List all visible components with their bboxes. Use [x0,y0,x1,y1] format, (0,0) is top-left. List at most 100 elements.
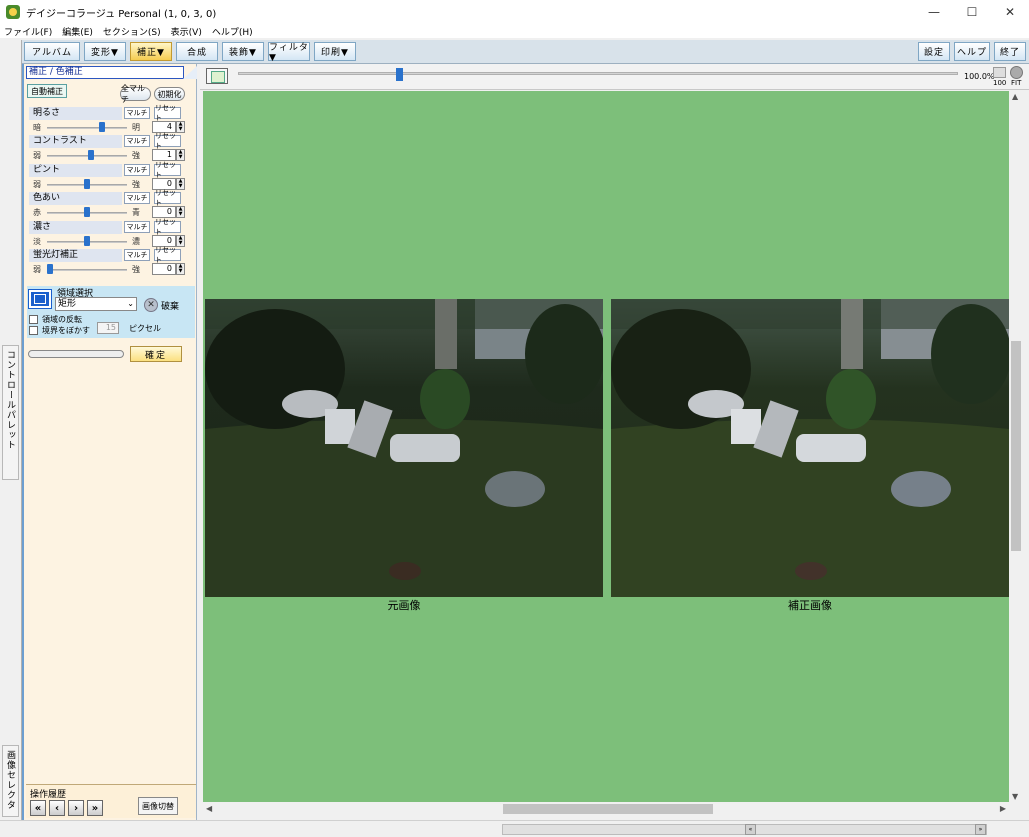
maximize-button[interactable]: ☐ [953,0,991,24]
adjustment-label: コントラスト [29,135,122,148]
adjustment-label: 明るさ [29,107,122,120]
menu-help[interactable]: ヘルプ(H) [212,25,253,38]
menu-file[interactable]: ファイル(F) [4,25,52,38]
multi-button[interactable]: マルチ [124,135,150,147]
fit-label: FIT [1011,79,1022,87]
history-first-button[interactable]: « [30,800,46,816]
multi-button[interactable]: マルチ [124,249,150,261]
reset-button[interactable]: リセット [154,132,181,150]
slider-thumb[interactable] [84,207,90,217]
adjustment-slider[interactable] [47,155,127,157]
invert-region-checkbox[interactable]: 領域の反転 [29,314,82,325]
tab-image-selector[interactable]: 画像セレクタ [2,745,19,817]
zoom-100-button[interactable] [993,67,1006,78]
adjustment-slider[interactable] [47,269,127,271]
scroll-right-icon[interactable]: ▶ [1000,804,1006,813]
composite-button[interactable]: 合成 [176,42,218,61]
adjustment-value-field[interactable]: 0 [152,263,176,275]
horizontal-scroll-thumb[interactable] [503,804,713,814]
multi-button[interactable]: マルチ [124,192,150,204]
fit-button[interactable] [1010,66,1023,79]
adjustment-label: ピント [29,164,122,177]
scroll-down-icon[interactable]: ▼ [1012,792,1018,801]
slider-thumb[interactable] [47,264,53,274]
zoom-100-label: 100 [993,79,1007,87]
decorate-button[interactable]: 装飾▼ [222,42,264,61]
operation-history: 操作履歴 « ‹ › » 画像切替 [26,784,196,818]
reset-button[interactable]: リセット [154,161,181,179]
slider-max-label: 濃 [132,237,140,246]
close-button[interactable]: ✕ [991,0,1029,24]
album-button[interactable]: アルバム [24,42,80,61]
adjustment-label: 蛍光灯補正 [29,249,122,262]
switch-image-button[interactable]: 画像切替 [138,797,178,815]
auto-correct-button[interactable]: 自動補正 [27,84,67,98]
history-prev-button[interactable]: ‹ [49,800,65,816]
print-button[interactable]: 印刷▼ [314,42,356,61]
slider-thumb[interactable] [84,179,90,189]
history-last-button[interactable]: » [87,800,103,816]
help-button[interactable]: ヘルプ [954,42,990,61]
image-canvas[interactable]: 元画像 補正画像 [203,91,1009,802]
vertical-scrollbar[interactable]: ▲ ▼ [1009,91,1023,802]
menu-section[interactable]: セクション(S) [103,25,161,38]
slider-thumb[interactable] [88,150,94,160]
correct-button[interactable]: 補正▼ [130,42,172,61]
reset-button[interactable]: リセット [154,189,181,207]
menu-edit[interactable]: 編集(E) [62,25,93,38]
corrected-image[interactable] [611,299,1009,597]
discard-button[interactable]: ✕ 破棄 [144,298,179,312]
slider-min-label: 赤 [33,208,41,217]
zoom-slider-thumb[interactable] [396,68,403,81]
all-multi-button[interactable]: 全マルチ [120,84,151,104]
adjustment-row: コントラスト マルチ リセット弱強 1 ▲ ▼ [27,132,185,163]
slider-min-label: 淡 [33,237,41,246]
progress-bar [28,350,124,358]
history-next-button[interactable]: › [68,800,84,816]
multi-button[interactable]: マルチ [124,221,150,233]
blur-edge-checkbox[interactable]: 境界をぼかす [29,325,90,336]
slider-min-label: 弱 [33,151,41,160]
selector-first-icon[interactable]: « [745,824,756,835]
rectangle-select-icon[interactable] [28,289,52,309]
zoom-slider[interactable] [238,72,958,75]
adjustment-slider[interactable] [47,127,127,129]
scroll-left-icon[interactable]: ◀ [206,804,212,813]
chevron-down-icon: ⌄ [127,299,134,308]
tab-control-palette[interactable]: コントロールパレット [2,345,19,480]
reset-button[interactable]: リセット [154,104,181,122]
corrected-caption: 補正画像 [788,599,832,612]
original-image[interactable] [205,299,603,597]
region-shape-select[interactable]: 矩形 ⌄ [55,297,137,311]
slider-thumb[interactable] [99,122,105,132]
initialize-button[interactable]: 初期化 [154,87,185,101]
reset-button[interactable]: リセット [154,246,181,264]
panel-header: 補正 / 色補正 [26,66,197,79]
checkbox-box [29,326,38,335]
menu-view[interactable]: 表示(V) [171,25,202,38]
exit-button[interactable]: 終了 [994,42,1026,61]
reset-button[interactable]: リセット [154,218,181,236]
transform-button[interactable]: 変形▼ [84,42,126,61]
slider-min-label: 弱 [33,180,41,189]
confirm-button[interactable]: 確定 [130,346,182,362]
blur-pixel-field[interactable]: 15 [97,322,119,334]
vertical-scroll-thumb[interactable] [1011,341,1021,551]
slider-thumb[interactable] [84,236,90,246]
spin-arrows-icon[interactable]: ▲ ▼ [176,263,185,275]
slider-max-label: 強 [132,151,140,160]
settings-button[interactable]: 設定 [918,42,950,61]
adjustment-row: 蛍光灯補正 マルチ リセット弱 強 0 ▲ ▼ [27,246,185,277]
filter-button[interactable]: フィルタ▼ [268,42,310,63]
zoom-bar: 100.0% 100 FIT [200,64,1029,90]
scroll-up-icon[interactable]: ▲ [1012,92,1018,101]
slider-max-label: 青 [132,208,140,217]
horizontal-scrollbar[interactable]: ◀ ▶ [203,802,1009,816]
app-icon [6,5,20,19]
minimize-button[interactable]: — [915,0,953,24]
region-selection: 領域選択 矩形 ⌄ ✕ 破棄 領域の反転 境界をぼかす 15 ピクセル [27,286,195,338]
view-mode-icon[interactable] [206,68,228,84]
selector-last-icon[interactable]: » [975,824,986,835]
multi-button[interactable]: マルチ [124,107,150,119]
multi-button[interactable]: マルチ [124,164,150,176]
